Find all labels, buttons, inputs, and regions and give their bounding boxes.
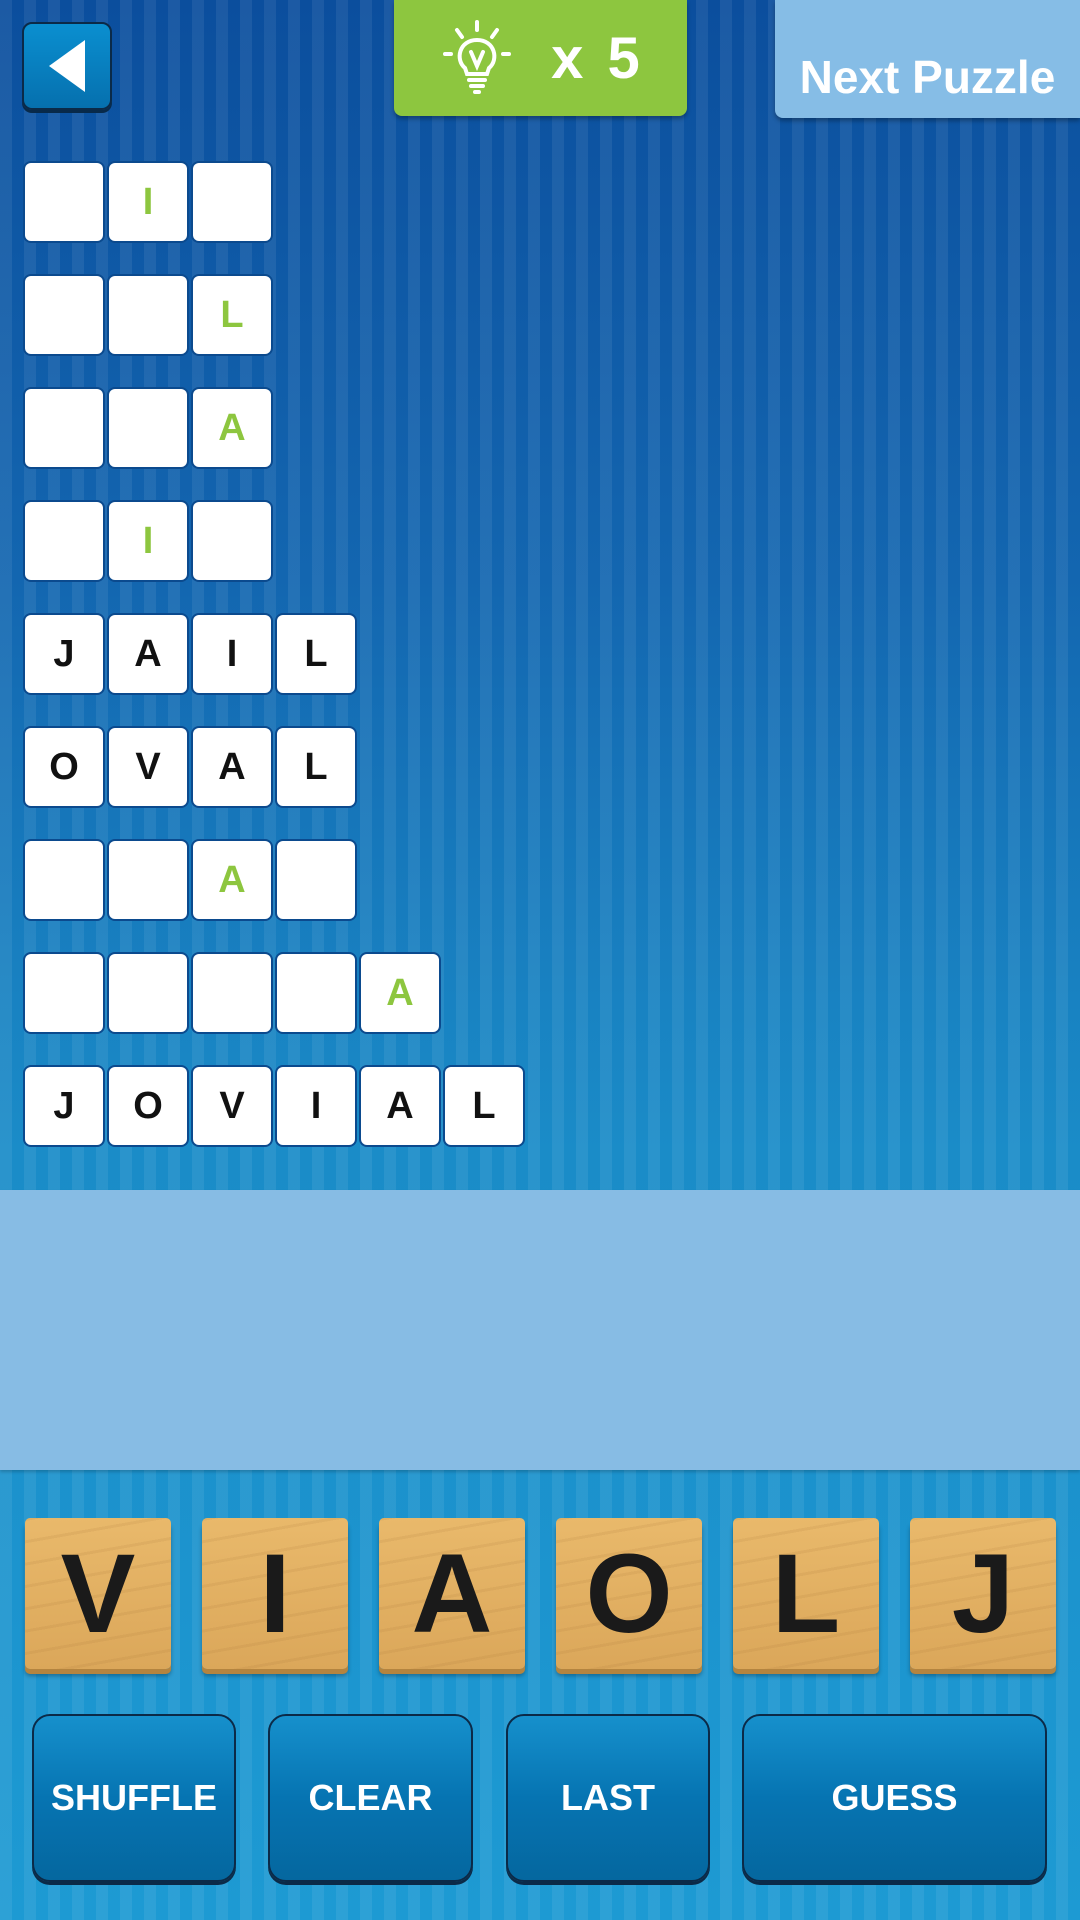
clear-button[interactable]: CLEAR (268, 1714, 473, 1882)
solved-letter-cell: O (109, 1067, 187, 1145)
hint-count: x 5 (551, 25, 644, 91)
solved-letter-cell: A (193, 728, 271, 806)
solved-letter-cell: V (193, 1067, 271, 1145)
left-triangle-icon (49, 40, 85, 92)
empty-letter-cell (25, 954, 103, 1032)
empty-letter-cell (25, 841, 103, 919)
word-row: A (25, 954, 523, 1032)
word-row: JAIL (25, 615, 523, 693)
word-grid: ILAIJAILOVALAAJOVIAL (25, 163, 523, 1180)
solved-letter-cell: V (109, 728, 187, 806)
empty-letter-cell (25, 502, 103, 580)
solved-letter-cell: J (25, 615, 103, 693)
solved-letter-cell: I (277, 1067, 355, 1145)
answer-area (0, 1190, 1080, 1470)
hint-letter-cell: I (109, 502, 187, 580)
solved-letter-cell: L (445, 1067, 523, 1145)
empty-letter-cell (109, 954, 187, 1032)
letter-tile[interactable]: L (733, 1518, 879, 1669)
shuffle-button[interactable]: SHUFFLE (32, 1714, 236, 1882)
letter-tile[interactable]: A (379, 1518, 525, 1669)
empty-letter-cell (277, 841, 355, 919)
empty-letter-cell (277, 954, 355, 1032)
guess-button[interactable]: GUESS (742, 1714, 1047, 1882)
word-row: OVAL (25, 728, 523, 806)
hint-letter-cell: L (193, 276, 271, 354)
hint-letter-cell: A (193, 389, 271, 467)
empty-letter-cell (193, 954, 271, 1032)
letter-tile[interactable]: O (556, 1518, 702, 1669)
hint-counter[interactable]: x 5 (394, 0, 687, 116)
empty-letter-cell (25, 276, 103, 354)
word-row: A (25, 389, 523, 467)
word-row: A (25, 841, 523, 919)
solved-letter-cell: A (109, 615, 187, 693)
back-button[interactable] (22, 22, 112, 110)
solved-letter-cell: L (277, 728, 355, 806)
word-row: JOVIAL (25, 1067, 523, 1145)
hint-letter-cell: A (361, 954, 439, 1032)
empty-letter-cell (25, 389, 103, 467)
empty-letter-cell (109, 841, 187, 919)
solved-letter-cell: A (361, 1067, 439, 1145)
empty-letter-cell (25, 163, 103, 241)
empty-letter-cell (109, 389, 187, 467)
letter-tile[interactable]: V (25, 1518, 171, 1669)
solved-letter-cell: I (193, 615, 271, 693)
solved-letter-cell: L (277, 615, 355, 693)
next-puzzle-label: Next Puzzle (799, 51, 1056, 103)
hint-letter-cell: A (193, 841, 271, 919)
letter-tile[interactable]: J (910, 1518, 1056, 1669)
empty-letter-cell (193, 163, 271, 241)
next-puzzle-button[interactable]: Next Puzzle (775, 0, 1080, 118)
empty-letter-cell (109, 276, 187, 354)
letter-tiles: VIAOLJ (25, 1518, 1056, 1669)
letter-tile[interactable]: I (202, 1518, 348, 1669)
last-button[interactable]: LAST (506, 1714, 710, 1882)
empty-letter-cell (193, 502, 271, 580)
solved-letter-cell: J (25, 1067, 103, 1145)
hint-letter-cell: I (109, 163, 187, 241)
solved-letter-cell: O (25, 728, 103, 806)
word-row: I (25, 502, 523, 580)
word-row: L (25, 276, 523, 354)
word-row: I (25, 163, 523, 241)
lightbulb-icon (443, 20, 512, 94)
